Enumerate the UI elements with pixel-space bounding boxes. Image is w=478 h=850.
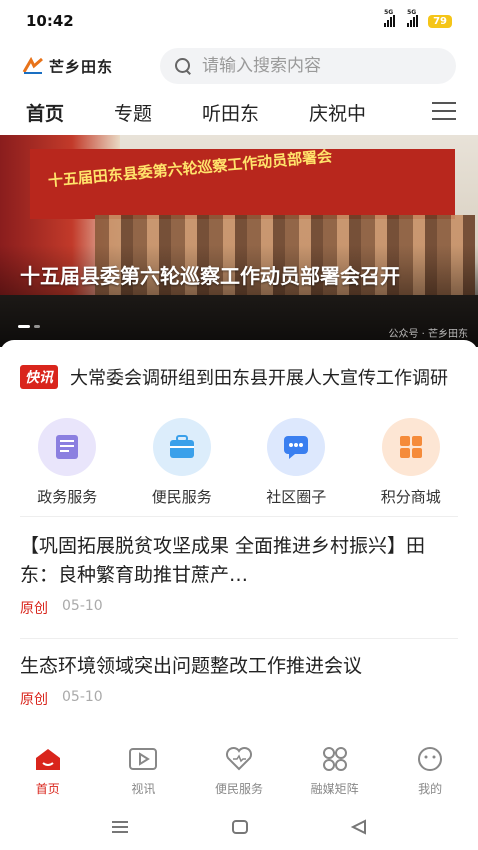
signal-icon: 5G	[384, 9, 396, 27]
news-item[interactable]: 生态环境领域突出问题整改工作推进会议 原创 05-10	[20, 652, 458, 709]
content-card: 快讯 大常委会调研组到田东县开展人大宣传工作调研 政务服务 便民服务 社区圈子	[0, 340, 478, 770]
search-bar[interactable]	[160, 48, 456, 84]
service-community[interactable]: 社区圈子	[246, 418, 346, 508]
signal-icon: 5G	[407, 9, 419, 27]
tab-topics[interactable]: 专题	[114, 99, 152, 126]
news-tag: 原创	[20, 692, 48, 708]
search-input[interactable]	[202, 56, 402, 76]
tab-home[interactable]: 首页	[26, 99, 64, 126]
tab-listen[interactable]: 听田东	[202, 99, 259, 126]
search-icon	[174, 57, 192, 75]
logo-text: 芒乡田东	[49, 57, 114, 76]
menu-button[interactable]	[110, 819, 130, 839]
news-date: 05-10	[62, 689, 103, 705]
grid-icon	[381, 418, 440, 476]
status-time: 10:42	[26, 12, 74, 30]
nav-profile[interactable]: 我的	[382, 742, 478, 802]
news-meta: 原创 05-10	[20, 689, 458, 709]
back-button[interactable]	[350, 819, 368, 839]
news-title[interactable]: 生态环境领域突出问题整改工作推进会议	[20, 652, 458, 681]
news-flash[interactable]: 快讯 大常委会调研组到田东县开展人大宣传工作调研	[20, 362, 460, 392]
service-grid: 政务服务 便民服务 社区圈子 积分商城	[0, 418, 478, 508]
home-icon	[33, 746, 63, 772]
grid-icon	[320, 746, 350, 772]
nav-video[interactable]: 视讯	[96, 742, 192, 802]
app-header: 芒乡田东	[0, 46, 478, 86]
profile-icon	[415, 746, 445, 772]
app-logo: 芒乡田东	[22, 56, 160, 77]
service-gov[interactable]: 政务服务	[17, 418, 117, 508]
flash-badge: 快讯	[20, 365, 58, 389]
news-title[interactable]: 【巩固拓展脱贫攻坚成果 全面推进乡村振兴】田东：良种繁育助推甘蔗产…	[20, 532, 458, 590]
video-icon	[128, 746, 158, 772]
service-convenience[interactable]: 便民服务	[132, 418, 232, 508]
channel-tabs: 首页 专题 听田东 庆祝中	[0, 92, 478, 132]
tabs-fade	[390, 92, 430, 132]
nav-home[interactable]: 首页	[0, 742, 96, 802]
document-icon	[38, 418, 97, 476]
service-points-mall[interactable]: 积分商城	[361, 418, 461, 508]
news-meta: 原创 05-10	[20, 598, 458, 618]
home-button[interactable]	[231, 819, 249, 839]
menu-icon[interactable]	[432, 102, 456, 122]
news-item[interactable]: 【巩固拓展脱贫攻坚成果 全面推进乡村振兴】田东：良种繁育助推甘蔗产… 原创 05…	[20, 532, 458, 618]
carousel-indicator	[18, 325, 40, 328]
nav-convenience[interactable]: 便民服务	[191, 742, 287, 802]
hero-carousel[interactable]: 十五届田东县委第六轮巡察工作动员部署会 十五届县委第六轮巡察工作动员部署会召开 …	[0, 135, 478, 347]
heart-service-icon	[224, 746, 254, 772]
network-type-label: 5G	[407, 9, 417, 16]
logo-icon	[22, 56, 44, 75]
chat-icon	[267, 418, 326, 476]
status-bar: 10:42 5G 5G 79	[0, 0, 478, 42]
hero-watermark: 公众号 · 芒乡田东	[388, 329, 468, 340]
divider	[20, 638, 458, 639]
briefcase-icon	[152, 418, 211, 476]
battery-icon: 79	[428, 14, 452, 28]
bottom-nav: 首页 视讯 便民服务 融媒矩阵 我的	[0, 742, 478, 802]
flash-text[interactable]: 大常委会调研组到田东县开展人大宣传工作调研	[70, 364, 448, 390]
system-nav	[0, 808, 478, 850]
status-indicators: 5G 5G 79	[384, 9, 452, 28]
news-date: 05-10	[62, 598, 103, 614]
tab-celebrate[interactable]: 庆祝中	[309, 99, 366, 126]
hero-title[interactable]: 十五届县委第六轮巡察工作动员部署会召开	[20, 263, 460, 290]
divider	[20, 516, 458, 517]
nav-media-matrix[interactable]: 融媒矩阵	[287, 742, 383, 802]
news-tag: 原创	[20, 601, 48, 617]
network-type-label: 5G	[384, 9, 394, 16]
